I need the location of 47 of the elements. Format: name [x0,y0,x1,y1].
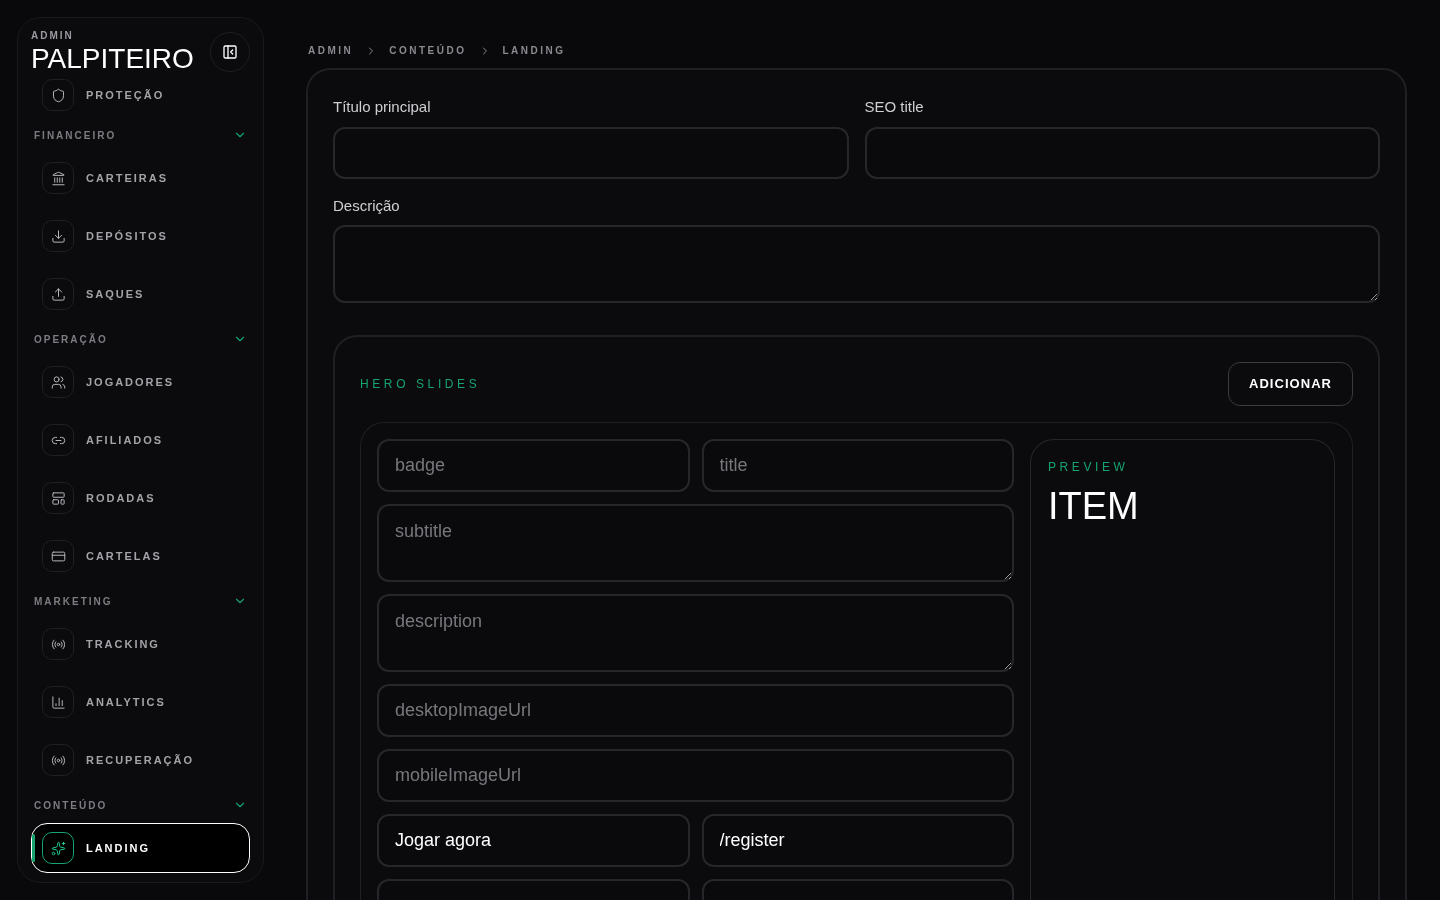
nav-item[interactable]: LANDING [31,823,250,873]
section-header[interactable]: MARKETING [31,583,250,619]
card-icon [50,548,66,564]
section-header[interactable]: CONTEÚDO [31,787,250,823]
field-label: Descrição [333,195,401,216]
text-field[interactable]: mobileImageUrl [377,749,1014,802]
text-field[interactable]: Jogar agora [377,814,690,867]
text-field[interactable]: desktopImageUrl [377,684,1014,737]
nav-item[interactable]: DEPÓSITOS [31,211,250,261]
text-field[interactable]: title [701,439,1014,492]
add-button[interactable]: ADICIONAR [1227,362,1353,406]
preview-label: PREVIEW [1048,459,1129,476]
breadcrumb-item[interactable]: ADMIN [308,43,354,58]
breadcrumb-item: LANDING [502,44,566,58]
breadcrumb-item[interactable]: CONTEÚDO [389,43,467,58]
text-field[interactable]: /register [701,814,1014,867]
text-area[interactable]: description [377,594,1014,672]
section-header[interactable]: FINANCEIRO [31,117,250,153]
upload-icon [50,286,66,302]
users-icon [50,374,66,390]
nav-item[interactable]: JOGADORES [31,357,250,407]
layout-icon [50,490,66,506]
nav-item[interactable]: RODADAS [31,473,250,523]
nav-item[interactable]: ANALYTICS [31,677,250,727]
field-label: Título principal [333,97,432,117]
text-area[interactable]: subtitle [377,504,1014,582]
sparkle-icon [50,840,66,856]
admin-overline: ADMIN [31,29,75,43]
bank-icon [50,170,66,186]
shield-icon [50,87,66,103]
nav-item[interactable]: RECUPERAÇÃO [31,735,250,785]
section-title: HERO SLIDES [360,376,481,393]
nav-item[interactable]: CARTEIRAS [31,153,250,203]
description-textarea[interactable] [333,225,1380,303]
bar-chart-icon [50,694,66,710]
panel-collapse-icon [222,44,238,60]
download-icon [50,228,66,244]
nav-item[interactable]: AFILIADOS [31,415,250,465]
section-header[interactable]: OPERAÇÃO [31,321,250,357]
nav-item[interactable]: TRACKING [31,619,250,669]
nav-item[interactable]: SAQUES [31,269,250,319]
text-field[interactable]: badge [377,439,690,492]
field-label: SEO title [864,97,925,117]
nav-item[interactable]: CARTELAS [31,531,250,581]
text-field[interactable] [333,126,849,179]
preview-title: ITEM [1048,484,1139,528]
text-field[interactable] [864,126,1380,179]
